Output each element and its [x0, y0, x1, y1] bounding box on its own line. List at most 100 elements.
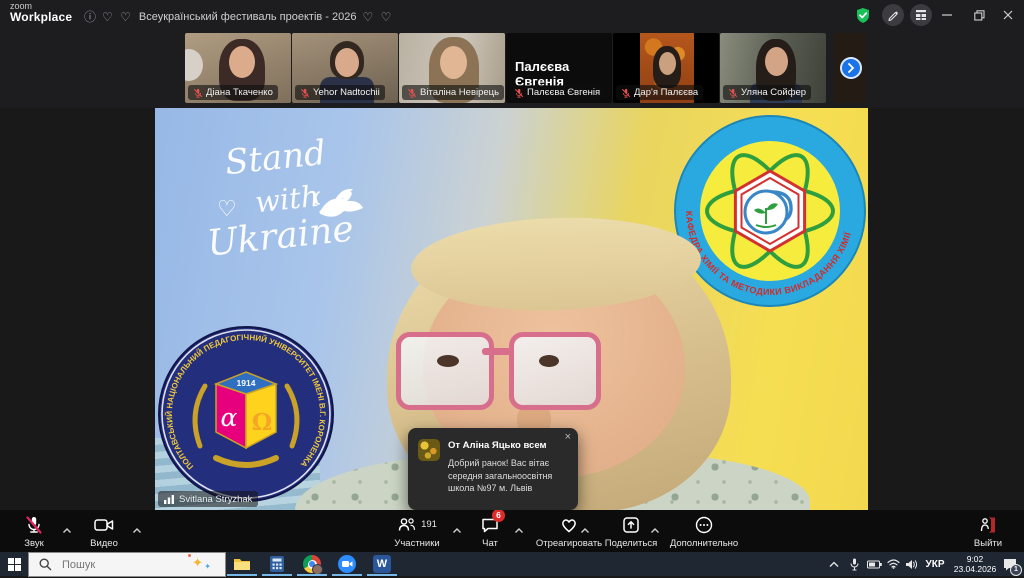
windows-taskbar: ✦ ✦ W УКР [0, 552, 1024, 576]
info-icon[interactable]: ⓘ [84, 8, 96, 25]
zoom-titlebar: zoom Workplace ⓘ ♡ ♡ Всеукраїнський фест… [0, 0, 1024, 30]
start-button[interactable] [0, 552, 28, 576]
more-button[interactable]: Дополнительно [662, 513, 746, 549]
chemistry-department-logo: КАФЕДРА ХІМІЇ ТА МЕТОДИКИ ВИКЛАДАННЯ ХІМ… [672, 113, 868, 309]
restore-button[interactable] [968, 4, 990, 26]
dove-icon [313, 184, 365, 226]
react-options-chevron[interactable] [580, 522, 590, 530]
participant-figure [440, 46, 467, 79]
word-icon[interactable]: W [373, 555, 391, 573]
wifi-icon[interactable] [884, 552, 902, 576]
volume-icon[interactable] [902, 552, 920, 576]
chat-unread-badge: 6 [492, 509, 505, 522]
notification-count-badge: 1 [1010, 564, 1022, 576]
participants-options-chevron[interactable] [452, 522, 462, 530]
overlay-heart-icon: ♡ [217, 196, 237, 222]
participant-tile[interactable]: Дар'я Палєєва [613, 33, 719, 103]
taskbar-search-box[interactable]: ✦ ✦ [28, 552, 226, 577]
chrome-icon[interactable] [303, 555, 321, 573]
react-label: Отреагировать [530, 538, 608, 549]
participant-name: Yehor Nadtochii [313, 87, 380, 98]
meeting-title-area: ⓘ ♡ ♡ Всеукраїнський фестиваль проектів … [84, 8, 393, 25]
participant-figure [229, 46, 255, 78]
glasses-bridge [482, 348, 511, 355]
video-options-chevron[interactable] [132, 522, 142, 530]
more-label: Дополнительно [662, 538, 746, 549]
more-ellipsis-icon [662, 515, 746, 535]
participant-name: Віталіна Невірець [420, 87, 499, 98]
hidden-icons-chevron[interactable] [826, 552, 842, 576]
chat-notification-popup[interactable]: От Аліна Яцько всем Добрий ранок! Вас ві… [408, 428, 578, 510]
mic-muted-icon [407, 88, 417, 98]
participants-count: 191 [421, 515, 437, 535]
encryption-shield-icon[interactable] [852, 4, 874, 26]
windows-logo-icon [8, 558, 21, 571]
participant-tile[interactable]: Yehor Nadtochii [292, 33, 398, 103]
participant-tile[interactable]: Діана Ткаченко [185, 33, 291, 103]
language-indicator[interactable]: УКР [922, 552, 948, 576]
participant-figure [185, 49, 203, 81]
participant-name: Уляна Сойфер [741, 87, 806, 98]
mic-muted-icon [193, 88, 203, 98]
heart-react-icon [530, 515, 608, 535]
calculator-icon[interactable] [268, 555, 286, 573]
tray-microphone-icon[interactable] [846, 552, 862, 576]
participant-figure [765, 47, 788, 76]
mic-muted-icon [300, 88, 310, 98]
participant-figure [335, 48, 359, 77]
brand-workplace: Workplace [10, 11, 72, 23]
copilot-sparkle-icon[interactable]: ✦ [192, 555, 203, 571]
react-button[interactable]: Отреагировать [530, 513, 608, 549]
participant-name-tag: Дар'я Палєєва [616, 85, 703, 100]
chat-options-chevron[interactable] [514, 522, 524, 530]
close-button[interactable] [997, 4, 1019, 26]
meeting-title: Всеукраїнський фестиваль проектів - 2026 [139, 11, 357, 23]
minimize-button[interactable] [936, 4, 958, 26]
video-button[interactable]: Видео [80, 513, 128, 549]
share-label: Поделиться [598, 538, 664, 549]
participant-name: Палєєва Євгенія [527, 87, 600, 98]
glasses-left-lens [396, 332, 494, 410]
participant-tile[interactable]: Уляна Сойфер [720, 33, 826, 103]
leave-button[interactable]: Выйти [962, 513, 1014, 549]
annotate-pencil-icon[interactable] [882, 4, 904, 26]
file-explorer-icon[interactable] [233, 555, 251, 573]
mic-muted-icon [10, 515, 58, 535]
zoom-app-icon[interactable] [338, 555, 356, 573]
logo-omega: Ω [252, 409, 272, 436]
logo-year: 1914 [237, 378, 256, 388]
chat-label: Чат [470, 538, 510, 549]
clock[interactable]: 9:02 23.04.2026 [950, 554, 1000, 574]
chat-sender-avatar [418, 439, 440, 461]
share-options-chevron[interactable] [650, 522, 660, 530]
participants-icon: 191 [384, 515, 450, 535]
participant-name: Діана Ткаченко [206, 87, 273, 98]
apps-grid-icon[interactable] [910, 4, 932, 26]
audio-button[interactable]: Звук [10, 513, 58, 549]
overlay-word-stand: Stand [223, 133, 328, 183]
chat-button[interactable]: 6 Чат [470, 513, 510, 549]
glasses-right-lens [509, 332, 601, 410]
chat-popup-title: От Аліна Яцько всем [448, 440, 547, 451]
video-label: Видео [80, 538, 128, 549]
participants-button[interactable]: 191 Участники [384, 513, 450, 549]
popup-close-icon[interactable]: × [565, 431, 571, 443]
main-speaker-video[interactable]: Stand with Ukraine ♡ КАФЕДРА ХІМІЇ ТА МЕ… [155, 108, 868, 510]
mic-muted-icon [728, 88, 738, 98]
notification-center-icon[interactable]: 1 [1000, 552, 1020, 576]
leave-door-icon [962, 515, 1014, 535]
audio-options-chevron[interactable] [62, 522, 72, 530]
search-input[interactable] [60, 558, 184, 572]
mic-muted-icon [514, 88, 524, 98]
word-letter: W [373, 555, 391, 573]
participant-name-tag: Уляна Сойфер [723, 85, 811, 100]
participant-tile[interactable]: Палєєва Євгенія Палєєва Євгенія [506, 33, 612, 103]
camera-icon [80, 515, 128, 535]
battery-icon[interactable] [864, 552, 884, 576]
chevron-right-icon [847, 63, 855, 73]
participant-name-tag: Палєєва Євгенія [509, 85, 605, 100]
participant-name-tag: Yehor Nadtochii [295, 85, 385, 100]
participant-tile[interactable]: Віталіна Невірець [399, 33, 505, 103]
audio-label: Звук [10, 538, 58, 549]
next-page-arrow-button[interactable] [840, 57, 862, 79]
